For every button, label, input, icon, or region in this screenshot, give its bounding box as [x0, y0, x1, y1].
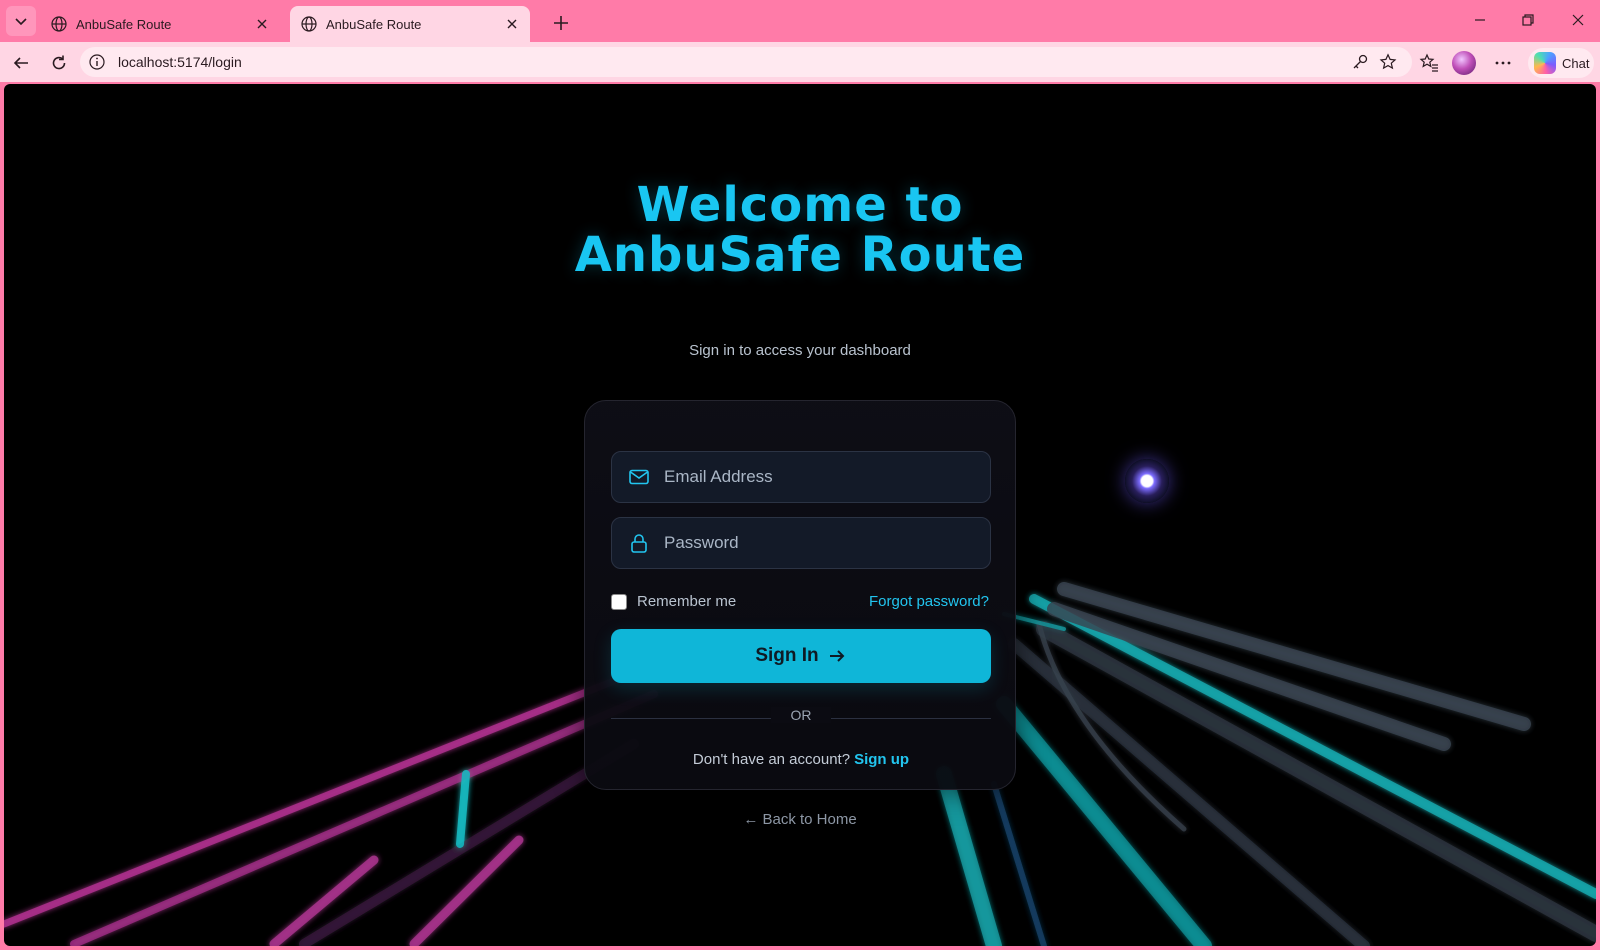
password-key-button[interactable]: [1348, 50, 1372, 74]
minimize-button[interactable]: [1466, 8, 1494, 32]
globe-icon: [51, 16, 67, 32]
restore-button[interactable]: [1514, 8, 1542, 32]
remember-me[interactable]: Remember me: [611, 593, 736, 610]
sign-up-link[interactable]: Sign up: [854, 751, 909, 768]
browser-address-bar: localhost:5174/login Chat: [0, 42, 1600, 82]
key-icon: [1353, 54, 1368, 69]
favorites-icon: [1419, 53, 1438, 72]
sign-in-button[interactable]: Sign In: [611, 629, 991, 683]
page-title: Welcome to AnbuSafe Route: [574, 177, 1026, 283]
reload-button[interactable]: [46, 50, 72, 76]
browser-tab[interactable]: AnbuSafe Route: [40, 6, 280, 42]
tab-list-button[interactable]: [6, 6, 36, 36]
plus-icon: [554, 16, 568, 30]
close-icon[interactable]: [504, 16, 520, 32]
signup-row: Don't have an account? Sign up: [585, 751, 1017, 768]
reload-icon: [52, 55, 66, 70]
copilot-chat-button[interactable]: Chat: [1528, 48, 1594, 78]
back-button[interactable]: [8, 50, 34, 76]
url-text: localhost:5174/login: [118, 54, 242, 70]
password-input[interactable]: [664, 533, 990, 553]
mail-icon: [629, 469, 649, 485]
no-account-text: Don't have an account?: [692, 751, 851, 768]
lock-icon: [631, 534, 647, 553]
globe-icon: [301, 16, 317, 32]
favorite-button[interactable]: [1376, 50, 1400, 74]
password-field[interactable]: [611, 517, 991, 569]
close-icon: [1572, 14, 1584, 26]
glowing-orb: [1125, 459, 1169, 503]
tab-title: AnbuSafe Route: [326, 16, 422, 32]
chevron-down-icon: [15, 18, 27, 26]
more-menu-button[interactable]: [1490, 50, 1516, 76]
email-input[interactable]: [664, 467, 990, 487]
chat-label: Chat: [1562, 55, 1590, 71]
remember-checkbox[interactable]: [611, 593, 627, 610]
browser-tab-active[interactable]: AnbuSafe Route: [290, 6, 530, 42]
browser-tab-bar: AnbuSafe Route AnbuSafe Route: [0, 0, 1600, 42]
avatar[interactable]: [1452, 51, 1476, 75]
minimize-icon: [1475, 19, 1485, 21]
copilot-icon: [1534, 52, 1556, 74]
more-icon: [1495, 61, 1511, 65]
url-field[interactable]: localhost:5174/login: [80, 47, 1412, 77]
close-window-button[interactable]: [1564, 8, 1592, 32]
page-subtitle: Sign in to access your dashboard: [689, 342, 911, 359]
arrow-left-icon: [13, 57, 28, 69]
sign-in-label: Sign In: [755, 645, 819, 666]
email-field[interactable]: [611, 451, 991, 503]
back-to-home-link[interactable]: ← Back to Home: [700, 811, 900, 828]
close-icon[interactable]: [254, 16, 270, 32]
login-card: Remember me Forgot password? Sign In OR …: [584, 400, 1016, 790]
favorites-button[interactable]: [1416, 50, 1442, 76]
new-tab-button[interactable]: [548, 10, 574, 36]
or-label: OR: [771, 707, 831, 723]
remember-label: Remember me: [637, 593, 737, 610]
arrow-right-icon: [829, 650, 845, 662]
star-icon: [1379, 53, 1397, 70]
forgot-password-link[interactable]: Forgot password?: [869, 593, 989, 610]
info-icon[interactable]: [88, 53, 106, 71]
page-viewport: Welcome to AnbuSafe Route Sign in to acc…: [4, 84, 1596, 946]
tab-title: AnbuSafe Route: [76, 16, 172, 32]
restore-icon: [1522, 14, 1534, 26]
